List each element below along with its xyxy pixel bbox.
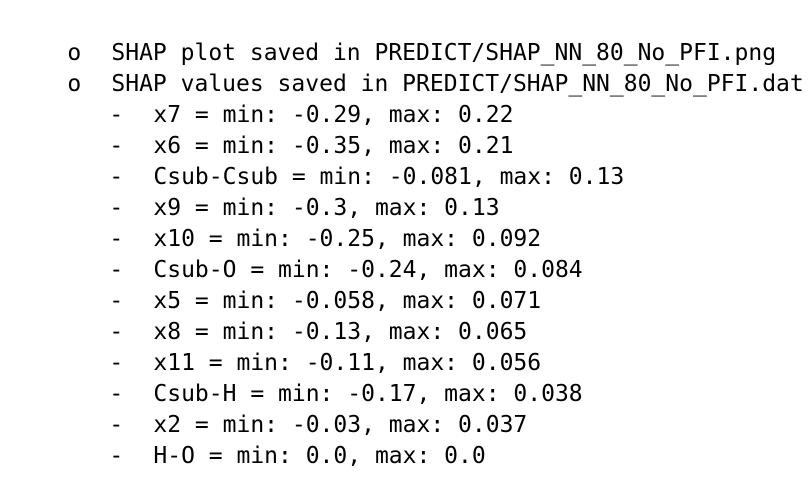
console-output: o SHAP plot saved in PREDICT/SHAP_NN_80_N… <box>0 0 808 469</box>
list-item: - Csub-H = min: -0.17, max: 0.038 <box>54 348 582 407</box>
feature-range-text: H-O = min: 0.0, max: 0.0 <box>153 443 486 469</box>
list-item: - H-O = min: 0.0, max: 0.0 <box>54 410 485 469</box>
list-item: - x7 = min: -0.29, max: 0.22 <box>54 69 513 128</box>
list-item: - Csub-O = min: -0.24, max: 0.084 <box>54 224 582 283</box>
list-item: - x10 = min: -0.25, max: 0.092 <box>54 193 541 252</box>
list-item: - Csub-Csub = min: -0.081, max: 0.13 <box>54 131 624 190</box>
list-item: - x11 = min: -0.11, max: 0.056 <box>54 317 541 376</box>
list-item: - x5 = min: -0.058, max: 0.071 <box>54 255 541 314</box>
list-item: - x8 = min: -0.13, max: 0.065 <box>54 286 527 345</box>
list-item: - x6 = min: -0.35, max: 0.21 <box>54 100 513 159</box>
list-item: - x9 = min: -0.3, max: 0.13 <box>54 162 499 221</box>
list-item: - x2 = min: -0.03, max: 0.037 <box>54 379 527 438</box>
dash-marker: - <box>109 443 124 469</box>
output-line-plot-saved: o SHAP plot saved in PREDICT/SHAP_NN_80_N… <box>12 7 776 66</box>
output-line-values-saved: o SHAP values saved in PREDICT/SHAP_NN_80… <box>12 38 808 97</box>
